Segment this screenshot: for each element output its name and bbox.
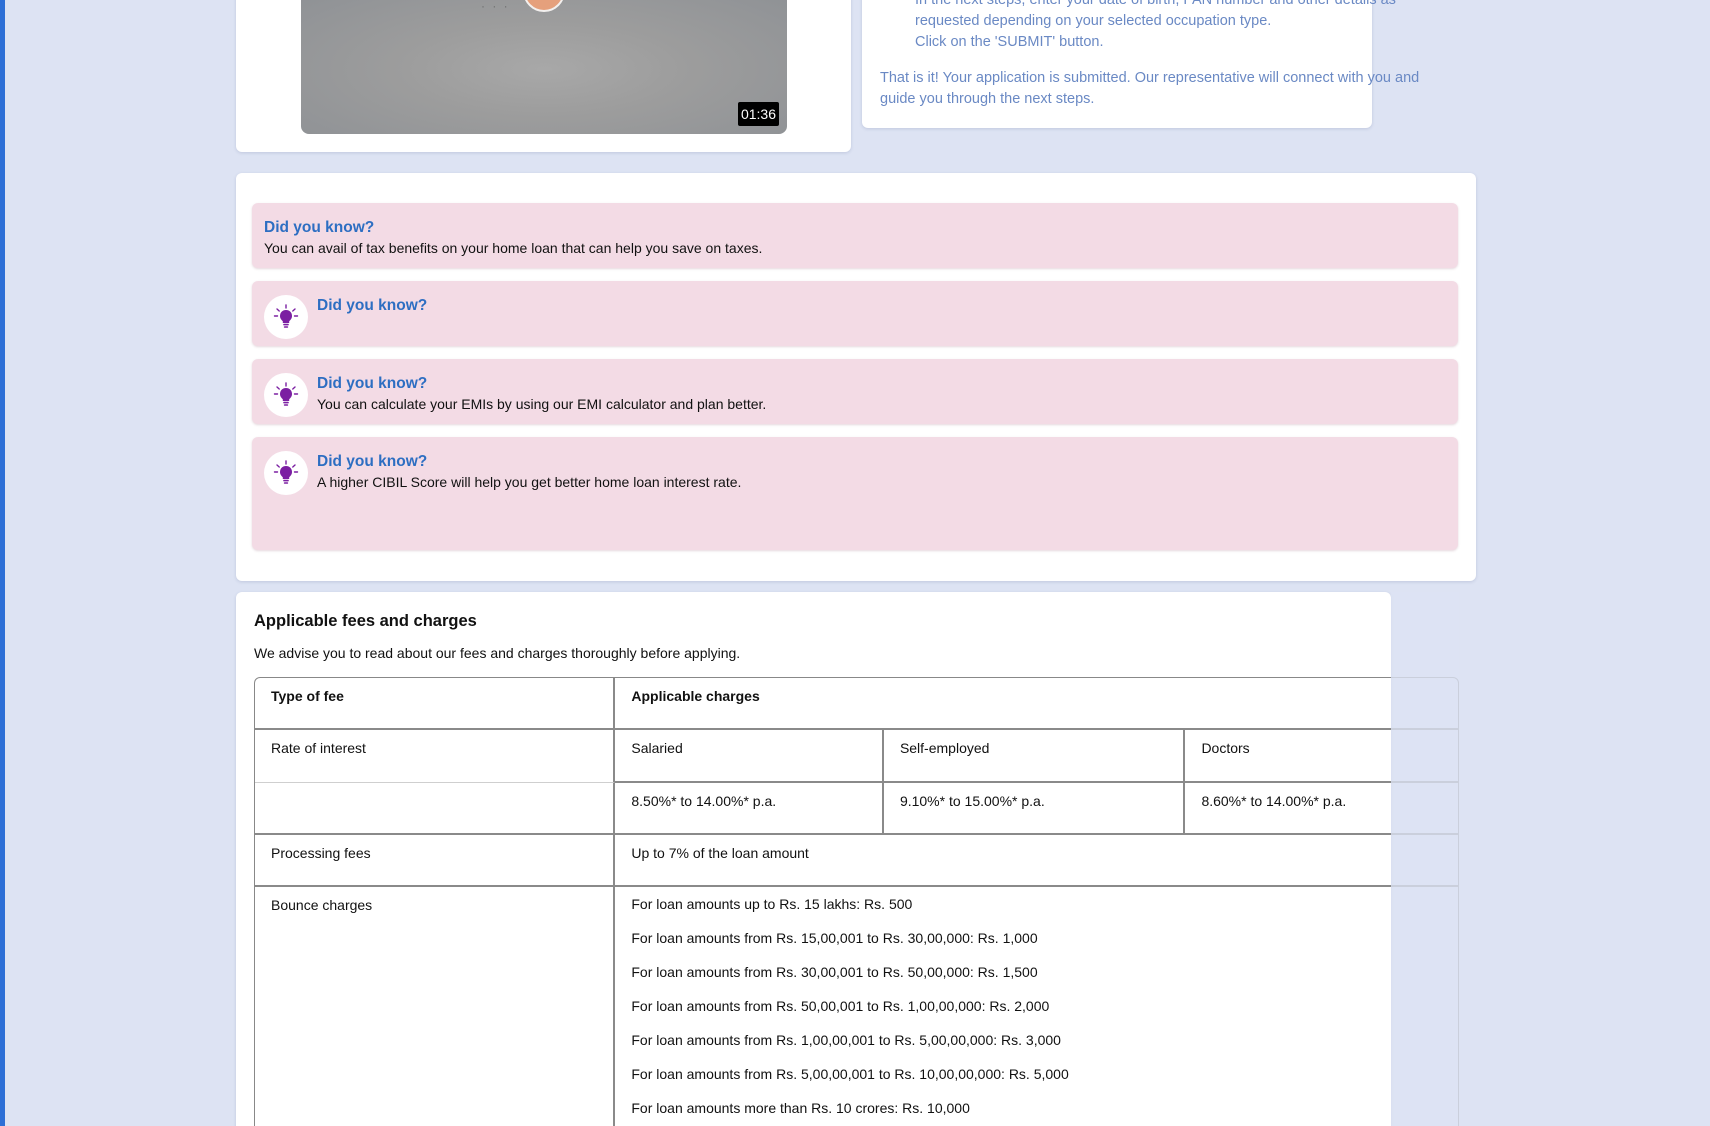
- application-steps-card: In the next steps, enter your date of bi…: [862, 0, 1419, 128]
- list-item: For loan amounts from Rs. 30,00,001 to R…: [631, 964, 1038, 980]
- bounce-charges-list: For loan amounts up to Rs. 15 lakhs: Rs.…: [631, 897, 1442, 1126]
- empty-cell: [255, 783, 616, 835]
- list-item: For loan amounts from Rs. 5,00,00,001 to…: [631, 1066, 1069, 1082]
- header-type-of-fee: Type of fee: [255, 678, 616, 730]
- steps-final-note: That is it! Your application is submitte…: [880, 68, 1419, 110]
- page-left-edge: [0, 0, 5, 1126]
- video-card: · · · 01:36: [236, 0, 851, 152]
- bulb-icon: [264, 295, 308, 339]
- bounce-charges-value: For loan amounts up to Rs. 15 lakhs: Rs.…: [615, 887, 1458, 1126]
- rate-value-self-employed: 9.10%* to 15.00%* p.a.: [883, 783, 1186, 835]
- rate-col-doctors: Doctors: [1185, 730, 1458, 783]
- step-line: Click on the 'SUBMIT' button.: [915, 34, 1104, 50]
- tip-text: A higher CIBIL Score will help you get b…: [317, 474, 742, 490]
- tip-item: Did you know?: [252, 281, 1458, 346]
- processing-fees-value: Up to 7% of the loan amount: [615, 835, 1458, 887]
- rate-of-interest-label: Rate of interest: [255, 730, 616, 783]
- video-presenter-avatar: [523, 0, 565, 12]
- step-line: requested depending on your selected occ…: [915, 13, 1272, 29]
- table-row: Type of fee Applicable charges: [255, 678, 1458, 730]
- rate-value-salaried: 8.50%* to 14.00%* p.a.: [615, 783, 884, 835]
- tip-title: Did you know?: [317, 453, 428, 470]
- tip-item: Did you know? You can avail of tax benef…: [252, 203, 1458, 268]
- tip-title: Did you know?: [317, 375, 428, 392]
- bulb-icon: [264, 451, 308, 495]
- rate-value-doctors: 8.60%* to 14.00%* p.a.: [1185, 783, 1458, 835]
- fees-title: Applicable fees and charges: [254, 612, 477, 630]
- table-row: Rate of interest Salaried Self-employed …: [255, 730, 1458, 783]
- rate-col-salaried: Salaried: [615, 730, 884, 783]
- video-player[interactable]: · · · 01:36: [301, 0, 787, 134]
- list-item: For loan amounts up to Rs. 15 lakhs: Rs.…: [631, 896, 913, 912]
- table-row: 8.50%* to 14.00%* p.a. 9.10%* to 15.00%*…: [255, 783, 1458, 835]
- list-item: For loan amounts from Rs. 15,00,001 to R…: [631, 930, 1038, 946]
- bounce-charges-label: Bounce charges: [255, 887, 616, 1126]
- fees-subtitle: We advise you to read about our fees and…: [254, 645, 741, 661]
- tip-text: You can avail of tax benefits on your ho…: [264, 240, 763, 256]
- did-you-know-card: Did you know? You can avail of tax benef…: [236, 173, 1476, 581]
- step-line: In the next steps, enter your date of bi…: [915, 0, 1396, 8]
- fees-table: Type of fee Applicable charges Rate of i…: [254, 677, 1459, 1126]
- fees-and-charges-card: Applicable fees and charges We advise yo…: [236, 592, 1459, 1126]
- table-row: Processing fees Up to 7% of the loan amo…: [255, 835, 1458, 887]
- tip-text: You can calculate your EMIs by using our…: [317, 396, 767, 412]
- header-applicable-charges: Applicable charges: [615, 678, 1458, 730]
- list-item: For loan amounts more than Rs. 10 crores…: [631, 1100, 970, 1116]
- final-note-line: That is it! Your application is submitte…: [880, 70, 1420, 86]
- tip-item: Did you know? A higher CIBIL Score will …: [252, 437, 1458, 550]
- rate-col-self-employed: Self-employed: [883, 730, 1186, 783]
- list-item: For loan amounts from Rs. 50,00,001 to R…: [631, 998, 1050, 1014]
- table-row: Bounce charges For loan amounts up to Rs…: [255, 887, 1458, 1126]
- list-item: For loan amounts from Rs. 1,00,00,001 to…: [631, 1032, 1061, 1048]
- final-note-line: guide you through the next steps.: [880, 91, 1095, 107]
- tip-item: Did you know? You can calculate your EMI…: [252, 359, 1458, 424]
- video-loading-indicator: · · ·: [481, 0, 510, 13]
- video-duration: 01:36: [737, 102, 779, 126]
- steps-list: In the next steps, enter your date of bi…: [915, 0, 1396, 53]
- processing-fees-label: Processing fees: [255, 835, 616, 887]
- tip-title: Did you know?: [317, 297, 428, 314]
- tip-title: Did you know?: [264, 219, 375, 236]
- bulb-icon: [264, 373, 308, 417]
